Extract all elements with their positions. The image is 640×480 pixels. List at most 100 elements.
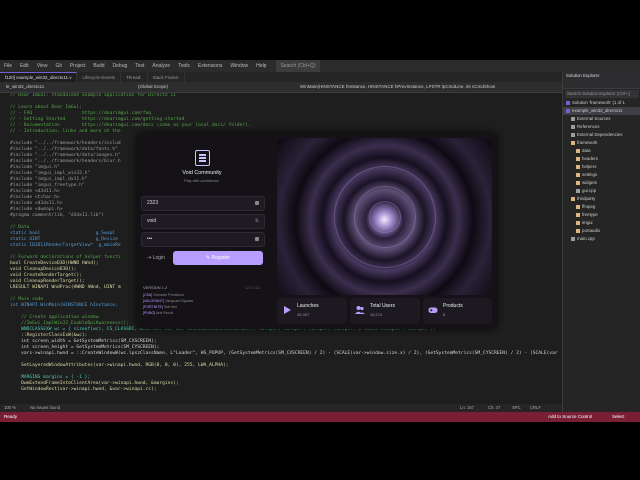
brand-tagline: Play with confidence. (184, 179, 220, 183)
tree-item-label: freetype (582, 212, 598, 217)
menu-item[interactable]: Window (226, 60, 252, 72)
register-button[interactable]: ✎ Register (173, 251, 263, 265)
tree-item[interactable]: External Sources (563, 115, 640, 123)
menu-item[interactable]: Project (66, 60, 90, 72)
solution-explorer-toolbar (563, 80, 640, 89)
tree-item[interactable]: portaudio (563, 227, 640, 235)
menu-item[interactable]: Build (89, 60, 108, 72)
project-icon (566, 100, 570, 105)
folder-icon (576, 156, 580, 161)
menu-bar: File Edit View Git Project Build Debug Test Anal… (0, 60, 640, 72)
menu-item[interactable]: Help (252, 60, 270, 72)
tree-item[interactable]: example_win32_directx11 (563, 107, 640, 115)
stat-label: Products (443, 303, 463, 309)
username-field[interactable]: 2323 (141, 196, 265, 211)
tree-item-label: settings (582, 172, 598, 177)
stat-value: 45,357 (297, 312, 310, 317)
navigation-bar: le_win32_directx11 (Global Scope) WinMain(… (0, 82, 562, 93)
menu-item[interactable]: File (0, 60, 16, 72)
tree-item[interactable]: thirdparty (563, 195, 640, 203)
tree-item[interactable]: main.cpp (563, 235, 640, 243)
tree-item[interactable]: gui.cpp (563, 187, 640, 195)
code-line[interactable]: vars->winapi.hwnd = ::CreateWindowW(wc.l… (10, 351, 562, 357)
password-field[interactable]: ••• (141, 232, 265, 247)
tree-item[interactable]: settings (563, 171, 640, 179)
folder-icon (576, 148, 580, 153)
log-tag: [FORTNITE] (143, 305, 163, 309)
menu-item[interactable]: Tools (174, 60, 194, 72)
status-bar: Ready Add to Source Control Select Repos… (0, 412, 640, 422)
stat-label: Launches (297, 303, 319, 309)
add-to-source-control[interactable]: Add to Source Control (548, 412, 592, 422)
tree-item-label: External Dependencies (577, 132, 623, 137)
lock-icon (255, 237, 259, 241)
solution-tree: Solution 'framework' (1 of 1 example_win3… (563, 99, 640, 243)
hero-tunnel-image (277, 138, 492, 295)
zoom-level[interactable]: 100 % (4, 404, 16, 412)
tree-item-label: example_win32_directx11 (572, 108, 623, 113)
tree-item-label: main.cpp (577, 236, 595, 241)
gamepad-icon (428, 307, 438, 313)
user-icon (255, 201, 259, 205)
menu-item[interactable]: Analyze (148, 60, 174, 72)
users-icon (355, 306, 365, 314)
project-icon (566, 108, 570, 113)
search-box[interactable]: Search (Ctrl+Q) (276, 60, 320, 72)
log-text: Soft Aim (163, 305, 178, 309)
menu-item[interactable]: Extensions (194, 60, 226, 72)
login-button[interactable]: ⇥ Login (141, 251, 171, 265)
log-entry: [VALORANT] Vanguard Bypass (143, 299, 193, 303)
tree-item[interactable]: widgets (563, 179, 640, 187)
folder-icon (576, 212, 580, 217)
tree-item[interactable]: ffmpeg (563, 203, 640, 211)
tree-item-label: Solution 'framework' (1 of 1 (572, 100, 625, 105)
menu-item[interactable]: Test (131, 60, 148, 72)
chevron-updown-icon: ⇅ (254, 218, 259, 224)
tree-item[interactable]: data (563, 147, 640, 155)
member-dropdown[interactable]: WinMain(HINSTANCE hInstance, HINSTANCE h… (294, 82, 501, 92)
tree-item[interactable]: headers (563, 155, 640, 163)
tree-item[interactable]: External Dependencies (563, 131, 640, 139)
stat-launches: Launches 45,357 (277, 298, 347, 324)
log-entry: [FORTNITE] Soft Aim (143, 305, 177, 309)
stat-products: Products 8 (423, 298, 492, 324)
tree-item[interactable]: imgui (563, 219, 640, 227)
tree-item-label: thirdparty (577, 196, 596, 201)
scope-dropdown[interactable]: (Global Scope) (132, 82, 294, 92)
log-tag: [VALORANT] (143, 299, 165, 303)
code-line[interactable]: GetWindowRect(var->winapi.hwnd, &var->wi… (10, 387, 562, 393)
mode-select[interactable]: void ⇅ (141, 214, 265, 229)
tree-item-label: headers (582, 156, 598, 161)
tree-item-label: framework (577, 140, 598, 145)
tree-item[interactable]: Solution 'framework' (1 of 1 (563, 99, 640, 107)
tree-item[interactable]: freetype (563, 211, 640, 219)
menu-item[interactable]: View (33, 60, 52, 72)
tree-item[interactable]: References (563, 123, 640, 131)
project-dropdown[interactable]: le_win32_directx11 (0, 82, 132, 92)
register-label: Register (211, 255, 231, 261)
solution-search-input[interactable]: Search Solution Explorer (Ctrl+;) (565, 90, 639, 98)
stat-total-users: Total Users 16,274 (350, 298, 420, 324)
file-icon (571, 132, 575, 137)
tree-item-label: ffmpeg (582, 204, 596, 209)
folder-icon (571, 140, 575, 145)
log-text: Vanguard Bypass (165, 299, 194, 303)
file-icon (571, 116, 575, 121)
menu-item[interactable]: Edit (16, 60, 33, 72)
tree-item[interactable]: helpers (563, 163, 640, 171)
line-indicator: Ln: 157 (460, 405, 474, 410)
log-tag: [PUBG] (143, 311, 156, 315)
line-ending-indicator: CRLF (530, 405, 541, 410)
menu-item[interactable]: Debug (109, 60, 132, 72)
issues-indicator[interactable]: No issues found (30, 404, 60, 412)
tree-item-label: widgets (582, 180, 597, 185)
version-label: VERSION 1.2 (143, 285, 168, 290)
select-repository[interactable]: Select Repository (612, 412, 640, 422)
tree-item[interactable]: framework (563, 139, 640, 147)
solution-explorer-title: Solution Explorer (563, 72, 640, 80)
tree-item-label: References (577, 124, 600, 129)
menu-item[interactable]: Git (51, 60, 65, 72)
password-value: ••• (147, 236, 153, 242)
folder-icon (576, 180, 580, 185)
editor-gutter (0, 93, 10, 411)
